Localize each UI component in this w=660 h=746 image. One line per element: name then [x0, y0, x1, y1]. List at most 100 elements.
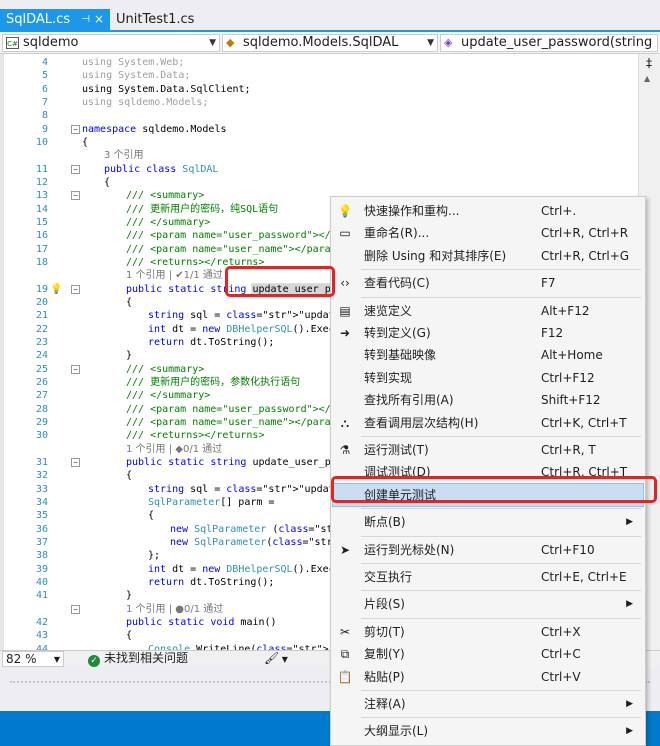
- menu-item-shortcut: Ctrl+V: [541, 669, 581, 684]
- menu-item[interactable]: 📋 粘贴(P) Ctrl+V: [333, 666, 643, 688]
- line-number: 14: [35, 203, 48, 215]
- xml-doc-comment: /// <summary>: [126, 363, 205, 375]
- menu-item[interactable]: 转到基础映像 Alt+Home: [333, 344, 643, 366]
- using-directive: using System.Web;: [82, 57, 185, 68]
- menu-item[interactable]: 查找所有引用(A) Shift+F12: [333, 389, 643, 411]
- menu-item[interactable]: ⧉ 复制(Y) Ctrl+C: [333, 643, 643, 665]
- menu-item[interactable]: ➜ 转到定义(G) F12: [333, 322, 643, 344]
- menu-item-label: 查看调用层次结构(H): [364, 415, 479, 430]
- line-number: 35: [35, 510, 48, 522]
- menu-item[interactable]: 交互执行 Ctrl+E, Ctrl+E: [333, 566, 643, 588]
- pin-icon[interactable]: ⊣: [81, 9, 90, 30]
- class-dropdown[interactable]: ◆ sqldemo.Models.SqlDAL ▼: [222, 34, 438, 52]
- check-circle-icon: ✓: [88, 655, 100, 667]
- menu-item-shortcut: Ctrl+E, Ctrl+E: [541, 570, 627, 584]
- collapse-icon[interactable]: −: [71, 191, 80, 201]
- menu-item[interactable]: ✂ 剪切(T) Ctrl+X: [333, 621, 643, 643]
- chevron-down-icon: ▼: [53, 655, 60, 664]
- code-text: }: [126, 590, 133, 602]
- collapse-icon[interactable]: −: [71, 284, 80, 294]
- menu-item-shortcut: Ctrl+R, T: [541, 443, 596, 457]
- code-text: public class SqlDAL: [104, 163, 219, 175]
- copy-icon: ⧉: [340, 647, 350, 662]
- code-text: SqlParameter[] parm =: [148, 496, 275, 508]
- chevron-down-icon: ▼: [209, 38, 216, 48]
- menu-item[interactable]: 断点(B) ▶: [333, 511, 643, 533]
- issues-indicator[interactable]: ✓ 未找到相关问题: [88, 651, 188, 667]
- brush-icon: 🖌: [264, 651, 280, 665]
- collapse-icon[interactable]: −: [71, 604, 80, 614]
- code-cleanup-button[interactable]: 🖌 ▼: [264, 651, 288, 667]
- menu-item[interactable]: ➤ 运行到光标处(N) Ctrl+F10: [333, 539, 643, 561]
- csharp-project-icon: C#: [6, 37, 19, 49]
- lightbulb-icon[interactable]: 💡: [50, 283, 62, 296]
- code-line[interactable]: 7 using sqldemo.Models;: [4, 96, 638, 109]
- menu-item-label: 转到定义(G): [364, 326, 431, 340]
- line-number: 29: [35, 416, 48, 428]
- line-number: 18: [35, 256, 48, 268]
- menu-item[interactable]: ▤ 速览定义 Alt+F12: [333, 300, 643, 322]
- code-line[interactable]: 4 using System.Web;: [4, 56, 638, 69]
- member-dropdown-value: update_user_password(string u: [461, 35, 658, 50]
- line-number: 4: [41, 57, 48, 68]
- code-text: public static string update_user_passwo: [126, 456, 361, 468]
- line-number: 16: [35, 230, 48, 242]
- menu-item-label: 查找所有引用(A): [364, 393, 454, 408]
- collapse-icon[interactable]: −: [71, 164, 80, 174]
- tab-unittest1-cs[interactable]: UnitTest1.cs: [110, 9, 220, 30]
- code-text: return dt.ToString();: [148, 336, 275, 348]
- project-dropdown[interactable]: C# sqldemo ▼: [2, 34, 220, 52]
- menu-item-label: 删除 Using 和对其排序(E): [364, 248, 507, 263]
- code-line[interactable]: 6 using System.Data.SqlClient;: [4, 83, 638, 96]
- document-tab-bar: SqlDAL.cs ⊣ × UnitTest1.cs: [0, 0, 660, 32]
- line-number: 24: [35, 350, 48, 362]
- menu-item[interactable]: ‹› 查看代码(C) F7: [333, 272, 643, 294]
- line-number: 23: [35, 336, 48, 348]
- zoom-dropdown[interactable]: 82 % ▼: [2, 651, 64, 667]
- member-dropdown[interactable]: ◈ update_user_password(string u: [440, 34, 658, 52]
- using-directive: using System.Data;: [82, 70, 191, 82]
- menu-item-label: 查看代码(C): [364, 276, 430, 291]
- menu-item-label: 转到基础映像: [364, 348, 437, 363]
- menu-item[interactable]: 片段(S) ▶: [333, 593, 643, 615]
- code-line[interactable]: 9 − namespace sqldemo.Models: [4, 123, 638, 136]
- menu-item-label: 注释(A): [364, 697, 406, 711]
- menu-item-label: 复制(Y): [364, 647, 405, 662]
- code-line[interactable]: 5 using System.Data;: [4, 69, 638, 82]
- code-line[interactable]: 8: [4, 109, 638, 122]
- chevron-down-icon: ▼: [279, 655, 288, 664]
- line-number: 28: [35, 403, 48, 415]
- code-line[interactable]: 12 {: [4, 176, 638, 189]
- xml-doc-comment: /// <param name="user_name"></param>: [126, 416, 343, 428]
- split-icon[interactable]: ‡: [641, 56, 657, 70]
- menu-item-label: 速览定义: [364, 303, 413, 318]
- code-line[interactable]: 10 {: [4, 136, 638, 149]
- close-icon[interactable]: ×: [94, 9, 104, 30]
- code-text: int dt = new DBHelperSQL().ExecuteS: [148, 323, 359, 335]
- lightbulb-icon: 💡: [337, 204, 353, 218]
- menu-item[interactable]: 删除 Using 和对其排序(E) Ctrl+R, Ctrl+G: [333, 245, 643, 267]
- menu-item[interactable]: ⚗ 运行测试(T) Ctrl+R, T: [333, 439, 643, 461]
- view-code-icon: ‹›: [340, 276, 350, 291]
- menu-item-shortcut: Shift+F12: [541, 393, 601, 408]
- scroll-up-icon[interactable]: ▲: [644, 74, 650, 83]
- line-number: 26: [35, 376, 48, 388]
- line-number: 15: [35, 216, 48, 228]
- menu-item[interactable]: 💡 快速操作和重构... Ctrl+.: [333, 200, 643, 222]
- codelens-text: 3 个引用: [104, 150, 144, 162]
- project-dropdown-value: sqldemo: [23, 35, 79, 50]
- menu-item[interactable]: 注释(A) ▶: [333, 693, 643, 715]
- collapse-icon[interactable]: −: [71, 124, 80, 134]
- rename-icon: ▭: [339, 226, 351, 241]
- menu-item[interactable]: ▭ 重命名(R)... Ctrl+R, Ctrl+R: [333, 222, 643, 244]
- menu-item[interactable]: 大纲显示(L) ▶: [333, 720, 643, 742]
- tab-label: SqlDAL.cs: [6, 12, 71, 27]
- menu-item-label: 转到实现: [364, 370, 413, 385]
- menu-item[interactable]: ⛬ 查看调用层次结构(H) Ctrl+K, Ctrl+T: [333, 412, 643, 434]
- menu-item-shortcut: Ctrl+F10: [541, 542, 595, 557]
- collapse-icon[interactable]: −: [71, 364, 80, 374]
- collapse-icon[interactable]: −: [71, 457, 80, 467]
- tab-sqldal-cs[interactable]: SqlDAL.cs ⊣ ×: [0, 9, 110, 30]
- code-line[interactable]: 11 − public class SqlDAL: [4, 163, 638, 176]
- menu-item[interactable]: 转到实现 Ctrl+F12: [333, 367, 643, 389]
